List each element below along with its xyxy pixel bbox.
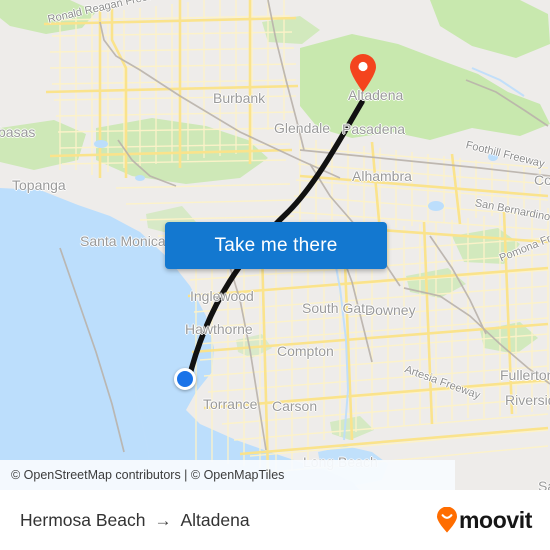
destination-label: Altadena	[180, 509, 250, 530]
map-attribution-bar: © OpenStreetMap contributors | © OpenMap…	[0, 460, 455, 490]
map-canvas[interactable]: Ronald Reagan FreewayBurbankbasasTopanga…	[0, 0, 550, 490]
take-me-there-button[interactable]: Take me there	[165, 222, 387, 269]
cta-label: Take me there	[214, 234, 338, 256]
map-pin-icon	[350, 54, 376, 92]
origin-label: Hermosa Beach	[20, 509, 146, 530]
moovit-logo[interactable]: moovit	[436, 507, 532, 534]
attribution-text[interactable]: © OpenStreetMap contributors | © OpenMap…	[11, 468, 284, 482]
arrow-right-icon: →	[154, 510, 172, 530]
moovit-pin-icon	[437, 507, 457, 533]
footer-bar: Hermosa Beach → Altadena moovit	[0, 490, 550, 550]
origin-marker[interactable]	[174, 368, 196, 390]
route-map-screen: Ronald Reagan FreewayBurbankbasasTopanga…	[0, 0, 550, 550]
moovit-wordmark: moovit	[459, 506, 532, 533]
route-summary: Hermosa Beach → Altadena	[20, 510, 250, 531]
destination-marker[interactable]	[348, 53, 378, 93]
